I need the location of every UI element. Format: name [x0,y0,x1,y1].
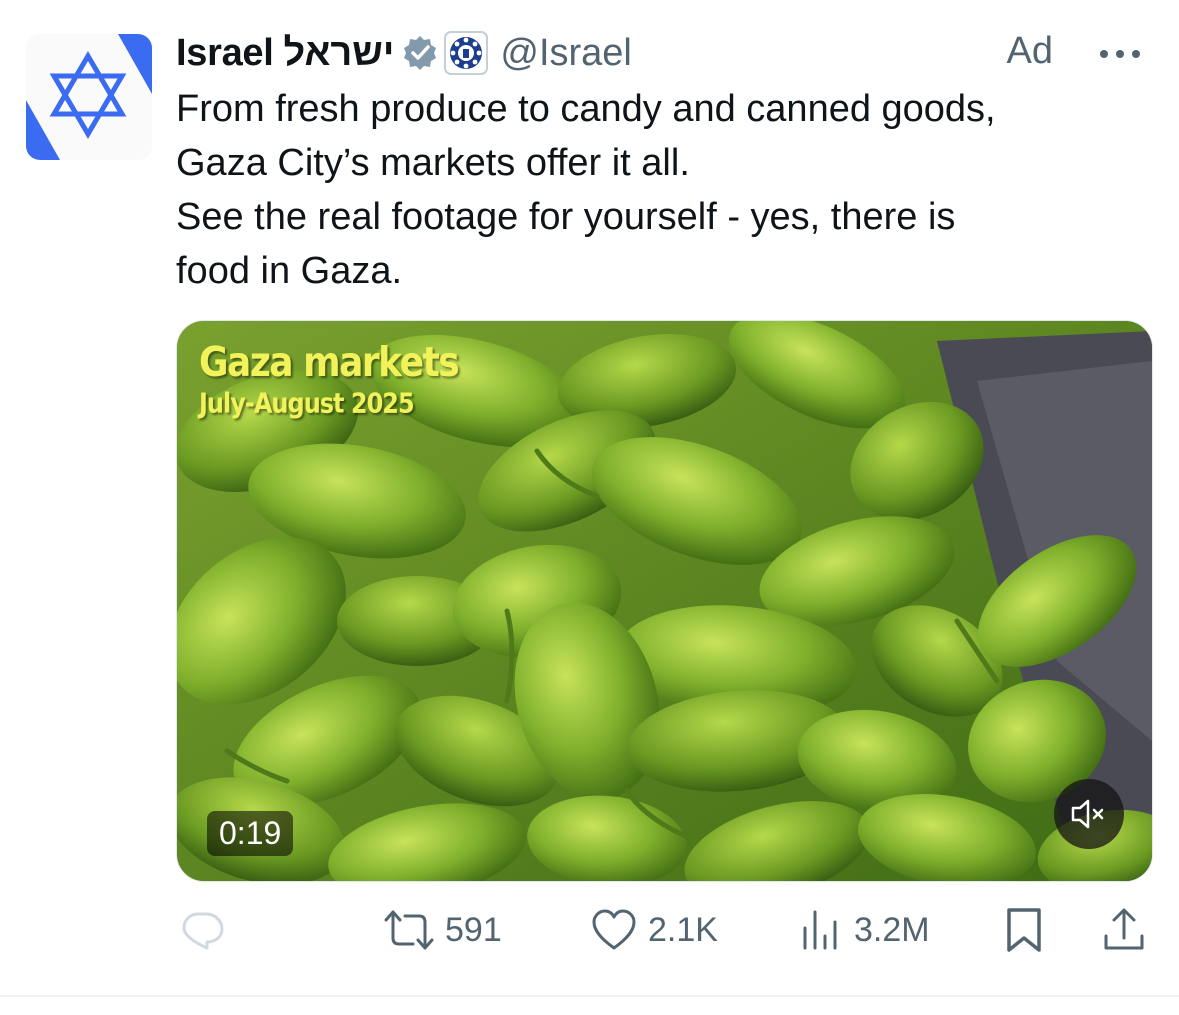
heart-icon [592,909,636,950]
more-options-icon[interactable] [1095,34,1145,70]
tweet-card[interactable]: Israel ישראל @Israel Ad From fresh produ… [0,0,1179,1015]
retweet-count: 591 [445,910,502,949]
action-bar: 591 2.1K 3.2M [0,900,1179,960]
share-button[interactable] [1100,900,1148,960]
like-button[interactable]: 2.1K [590,900,718,960]
share-icon [1104,908,1144,950]
government-affiliation-icon[interactable] [444,31,489,75]
retweet-button[interactable]: 591 [383,900,502,960]
tweet-text-line: See the real footage for yourself - yes,… [176,196,956,238]
verified-badge-icon [402,35,438,71]
tweet-text-line: Gaza City’s markets offer it all. [176,142,690,184]
video-overlay-title: Gaza markets [199,339,460,387]
views-button[interactable]: 3.2M [800,900,930,960]
tweet-text: From fresh produce to candy and canned g… [176,82,1136,298]
israel-flag-logo-icon [26,34,152,160]
views-count: 3.2M [854,910,930,949]
mute-button[interactable] [1054,779,1124,849]
bookmark-button[interactable] [1004,900,1044,960]
display-name-hebrew[interactable]: ישראל [284,32,395,75]
reply-icon [182,912,224,950]
video-player[interactable]: Gaza markets July-August 2025 0:19 [176,320,1153,882]
tweet-header: Israel ישראל @Israel Ad [176,28,1149,78]
handle[interactable]: @Israel [500,32,632,75]
bookmark-icon [1007,908,1041,952]
ad-label: Ad [1006,30,1053,72]
display-name[interactable]: Israel [176,32,274,75]
avatar[interactable] [26,34,152,160]
retweet-icon [384,910,434,950]
like-count: 2.1K [648,910,718,949]
tweet-text-line: From fresh produce to candy and canned g… [176,88,996,130]
views-icon [803,910,837,950]
tweet-text-line: food in Gaza. [176,250,403,292]
video-overlay-subtitle: July-August 2025 [199,387,415,420]
divider [0,995,1179,997]
video-duration: 0:19 [207,811,294,856]
muted-speaker-icon [1071,799,1104,829]
reply-button[interactable] [178,900,226,960]
